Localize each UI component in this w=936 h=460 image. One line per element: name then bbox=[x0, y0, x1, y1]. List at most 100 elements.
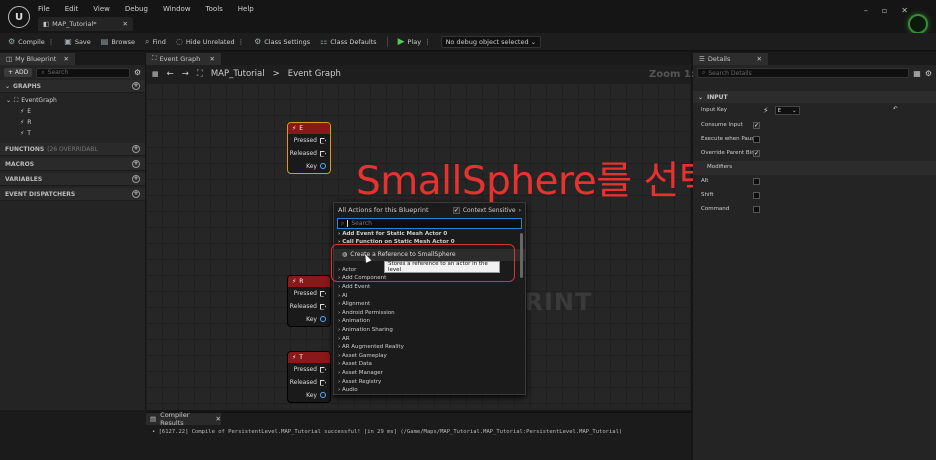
input-key-node-e[interactable]: ⚡ E Pressed Released Key bbox=[287, 122, 331, 174]
macros-section-header[interactable]: MACROS + bbox=[0, 158, 145, 171]
exec-pin-icon[interactable] bbox=[320, 150, 326, 157]
menu-item[interactable]: › Asset Data bbox=[334, 360, 525, 369]
my-blueprint-tab[interactable]: ◫ My Blueprint ✕ bbox=[0, 52, 75, 65]
gear-icon[interactable]: ⚙ bbox=[134, 68, 141, 77]
close-icon[interactable]: ✕ bbox=[64, 55, 69, 63]
reset-arrow-icon[interactable]: ↶ bbox=[893, 106, 898, 112]
breadcrumb-leaf[interactable]: Event Graph bbox=[288, 69, 341, 79]
pressed-pin[interactable]: Pressed bbox=[288, 363, 330, 376]
key-pin-icon[interactable] bbox=[320, 392, 326, 398]
graph-item-r[interactable]: ⚡ R bbox=[0, 117, 145, 128]
released-pin[interactable]: Released bbox=[288, 376, 330, 389]
close-icon[interactable]: ✕ bbox=[123, 20, 128, 28]
exec-pin-icon[interactable] bbox=[320, 137, 326, 144]
key-pin[interactable]: Key bbox=[288, 160, 330, 172]
compile-button[interactable]: ⚙ Compile ⋮ bbox=[8, 37, 54, 46]
browse-button[interactable]: ▤ Browse bbox=[101, 37, 135, 46]
menu-tools[interactable]: Tools bbox=[206, 5, 223, 13]
breadcrumb-root[interactable]: MAP_Tutorial bbox=[211, 69, 265, 79]
key-pin[interactable]: Key bbox=[288, 313, 330, 325]
graphs-section-header[interactable]: ⌄ GRAPHS + bbox=[0, 80, 145, 93]
play-button[interactable]: ▶ Play ⋮ bbox=[398, 37, 431, 47]
add-macro-icon[interactable]: + bbox=[132, 160, 140, 168]
menu-help[interactable]: Help bbox=[238, 5, 254, 13]
class-settings-button[interactable]: ⚙ Class Settings bbox=[254, 37, 310, 46]
menu-edit[interactable]: Edit bbox=[65, 5, 79, 13]
key-pin-icon[interactable] bbox=[320, 316, 326, 322]
checkbox[interactable]: ✓ bbox=[452, 206, 460, 214]
menu-item[interactable]: › Add Event for Static Mesh Actor 0 bbox=[334, 230, 525, 239]
grid-view-icon[interactable]: ▦ bbox=[913, 69, 921, 78]
minimize-icon[interactable]: – bbox=[864, 6, 868, 15]
debug-object-select[interactable]: No debug object selected ⌄ bbox=[440, 35, 542, 48]
menu-item[interactable]: › Android Permission bbox=[334, 309, 525, 318]
event-graph-tab[interactable]: ⛶ Event Graph ✕ bbox=[146, 52, 221, 65]
pressed-pin[interactable]: Pressed bbox=[288, 287, 330, 300]
details-search-input[interactable]: ⌕ Search Details bbox=[697, 68, 910, 78]
alt-checkbox[interactable] bbox=[753, 178, 760, 185]
menu-window[interactable]: Window bbox=[163, 5, 191, 13]
close-icon[interactable]: ✕ bbox=[216, 415, 221, 423]
context-sensitive-toggle[interactable]: ✓ Context Sensitive › bbox=[452, 206, 521, 214]
input-key-node-r[interactable]: ⚡ R Pressed Released Key bbox=[287, 275, 331, 327]
event-graph-item[interactable]: ⌄ ⛶ EventGraph bbox=[0, 95, 145, 106]
lock-icon[interactable]: ▦ bbox=[152, 70, 159, 78]
menu-file[interactable]: File bbox=[38, 5, 50, 13]
input-section-header[interactable]: ⌄ INPUT bbox=[693, 91, 936, 103]
menu-item[interactable]: › Animation bbox=[334, 317, 525, 326]
context-menu-scrollbar[interactable] bbox=[520, 233, 523, 278]
input-key-selector[interactable]: ⚡ E ⌄ bbox=[763, 106, 800, 115]
override-parent-binding-checkbox[interactable]: ✓ bbox=[753, 150, 760, 157]
class-defaults-button[interactable]: ⚏ Class Defaults bbox=[320, 37, 376, 46]
modifiers-row[interactable]: Modifiers bbox=[693, 161, 936, 175]
find-button[interactable]: ⌕ Find bbox=[145, 37, 166, 47]
key-pin-icon[interactable] bbox=[320, 163, 326, 169]
unreal-logo-icon[interactable]: U bbox=[8, 6, 30, 28]
menu-item[interactable]: › Asset Registry bbox=[334, 377, 525, 386]
forward-arrow-icon[interactable]: → bbox=[182, 69, 189, 79]
back-arrow-icon[interactable]: ← bbox=[167, 69, 174, 79]
document-tab[interactable]: ◧ MAP_Tutorial* ✕ bbox=[38, 17, 133, 31]
hide-unrelated-button[interactable]: ◌ Hide Unrelated ⋮ bbox=[176, 37, 244, 46]
released-pin[interactable]: Released bbox=[288, 147, 330, 160]
my-blueprint-search[interactable]: ⌕ Search bbox=[36, 67, 130, 78]
add-button[interactable]: + ADD bbox=[4, 68, 33, 77]
event-dispatchers-section-header[interactable]: EVENT DISPATCHERS + bbox=[0, 188, 145, 201]
menu-item[interactable]: › Audio bbox=[334, 386, 525, 395]
menu-item[interactable]: › Asset Manager bbox=[334, 369, 525, 378]
exec-pin-icon[interactable] bbox=[320, 290, 326, 297]
add-dispatcher-icon[interactable]: + bbox=[132, 190, 140, 198]
exec-pin-icon[interactable] bbox=[320, 379, 326, 386]
compiler-results-tab[interactable]: ▤ Compiler Results ✕ bbox=[146, 411, 221, 427]
add-graph-icon[interactable]: + bbox=[132, 82, 140, 90]
variables-section-header[interactable]: VARIABLES + bbox=[0, 173, 145, 186]
functions-section-header[interactable]: FUNCTIONS (26 OVERRIDABL + bbox=[0, 143, 145, 156]
save-button[interactable]: ▣ Save bbox=[64, 37, 91, 46]
consume-input-checkbox[interactable]: ✓ bbox=[753, 122, 760, 129]
menu-item[interactable]: › AR bbox=[334, 334, 525, 343]
maximize-icon[interactable]: ▫ bbox=[882, 6, 887, 15]
menu-item[interactable]: › Asset Gameplay bbox=[334, 352, 525, 361]
menu-item[interactable]: › AI bbox=[334, 291, 525, 300]
exec-pin-icon[interactable] bbox=[320, 366, 326, 373]
action-search-input[interactable]: ⌕ Search bbox=[337, 218, 522, 229]
menu-item[interactable]: › Alignment bbox=[334, 300, 525, 309]
details-tab[interactable]: ☰ Details ✕ bbox=[693, 52, 768, 65]
pressed-pin[interactable]: Pressed bbox=[288, 134, 330, 147]
close-icon[interactable]: ✕ bbox=[757, 55, 762, 63]
shift-checkbox[interactable] bbox=[753, 192, 760, 199]
add-variable-icon[interactable]: + bbox=[132, 175, 140, 183]
menu-item[interactable]: › Animation Sharing bbox=[334, 326, 525, 335]
input-key-node-t[interactable]: ⚡ T Pressed Released Key bbox=[287, 351, 331, 403]
command-checkbox[interactable] bbox=[753, 206, 760, 213]
menu-view[interactable]: View bbox=[93, 5, 110, 13]
graph-item-e[interactable]: ⚡ E bbox=[0, 106, 145, 117]
key-dropdown[interactable]: E ⌄ bbox=[774, 106, 800, 115]
close-window-icon[interactable]: ✕ bbox=[901, 6, 908, 15]
menu-item[interactable]: › AR Augmented Reality bbox=[334, 343, 525, 352]
close-icon[interactable]: ✕ bbox=[210, 55, 215, 63]
gear-icon[interactable]: ⚙ bbox=[925, 69, 932, 78]
exec-pin-icon[interactable] bbox=[320, 303, 326, 310]
menu-debug[interactable]: Debug bbox=[125, 5, 148, 13]
key-pin[interactable]: Key bbox=[288, 389, 330, 401]
